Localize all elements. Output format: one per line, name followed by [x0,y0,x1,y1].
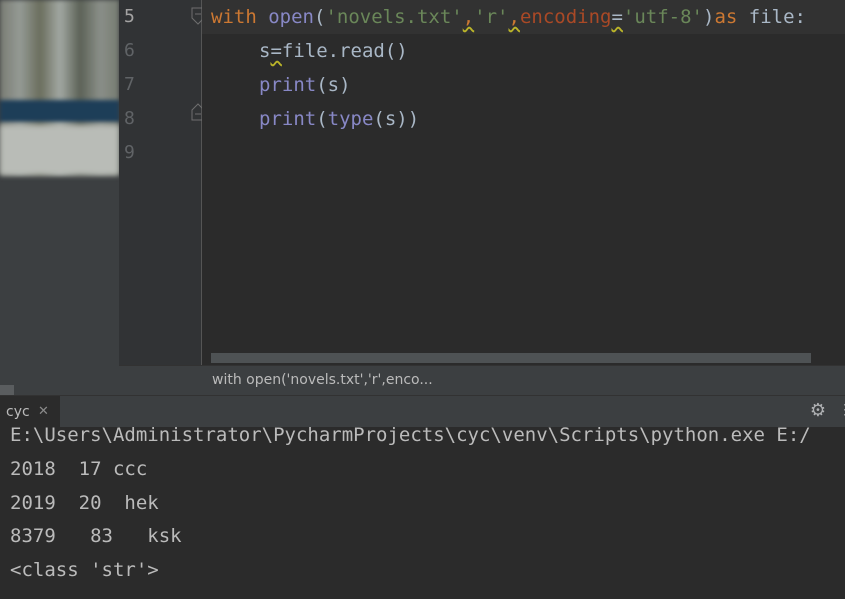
console-line: E:\Users\Administrator\PycharmProjects\c… [10,424,811,446]
code-line-8[interactable]: print(type(s)) [259,102,419,136]
code-line-5[interactable]: with open('novels.txt','r',encoding='utf… [211,0,806,34]
line-number: 9 [124,142,135,163]
console-line: <class 'str'> [10,559,159,581]
close-icon[interactable]: ✕ [38,404,49,419]
equals: = [270,40,282,62]
breadcrumb[interactable]: with open('novels.txt','r',enco... [119,365,845,396]
type-args: (s)) [373,108,420,130]
run-tab-label: cyc [6,404,30,420]
paren: ( [316,108,328,130]
builtin-open: open [268,6,314,28]
panel-scrollbar[interactable] [0,385,14,395]
builtin-type: type [327,108,374,130]
variable-s: s [259,40,271,62]
call-read: file.read() [281,40,408,62]
console-line: 8379 83 ksk [10,525,182,547]
project-panel[interactable] [0,0,119,395]
string-encoding: 'utf-8' [622,6,703,28]
code-line-6[interactable]: s=file.read() [259,34,408,68]
run-console[interactable]: E:\Users\Administrator\PycharmProjects\c… [0,424,845,599]
keyword-as: as [714,6,738,28]
equals: = [611,6,623,28]
editor-horizontal-scrollbar[interactable] [211,353,811,363]
gear-icon[interactable]: ⚙ [808,401,828,421]
variable-file: file: [737,6,806,28]
more-icon[interactable]: ⋮ [838,402,845,418]
line-number: 7 [124,74,135,95]
console-line: 2018 17 ccc [10,458,148,480]
builtin-print: print [259,108,317,130]
paren: ( [313,6,326,28]
console-line: 2019 20 hek [10,492,159,514]
comma: , [508,6,520,28]
comma: , [462,6,475,28]
builtin-print: print [259,74,317,96]
blurred-project-tree-lower [0,125,119,175]
param-encoding: encoding [519,6,612,28]
paren: ) [703,6,715,28]
line-number: 5 [124,6,135,27]
breadcrumb-item[interactable]: with open('novels.txt','r',enco... [212,372,433,388]
keyword-with: with [211,6,257,28]
string-filename: 'novels.txt' [325,6,463,28]
line-number: 6 [124,40,135,61]
line-number: 8 [124,108,135,129]
string-mode: 'r' [474,6,509,28]
code-line-7[interactable]: print(s) [259,68,351,102]
print-args: (s) [316,74,351,96]
